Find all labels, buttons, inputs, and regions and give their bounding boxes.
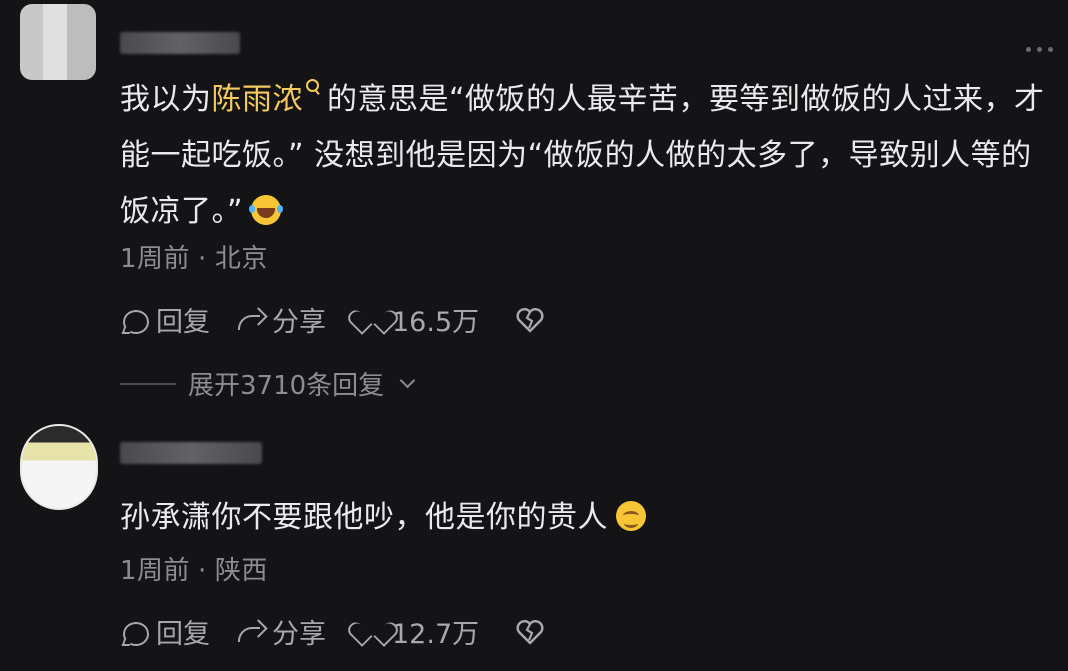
mention-link[interactable]: 陈雨浓 bbox=[212, 82, 304, 117]
comment-location: 陕西 bbox=[214, 556, 268, 586]
share-label: 分享 bbox=[272, 619, 326, 650]
divider-line bbox=[120, 382, 176, 385]
share-label: 分享 bbox=[272, 307, 326, 338]
heart-icon bbox=[356, 306, 386, 334]
like-button[interactable]: 12.7万 bbox=[352, 612, 479, 651]
meta-separator: · bbox=[198, 244, 207, 274]
comment-location: 北京 bbox=[214, 244, 268, 274]
heart-icon bbox=[356, 618, 386, 646]
username-blurred[interactable] bbox=[120, 442, 262, 464]
username-blurred[interactable] bbox=[120, 32, 240, 54]
dislike-button[interactable] bbox=[505, 306, 545, 334]
reply-button[interactable]: 回复 bbox=[120, 612, 210, 651]
like-count: 16.5万 bbox=[392, 307, 480, 338]
reply-label: 回复 bbox=[156, 619, 210, 650]
laughing-crying-emoji-icon bbox=[249, 195, 282, 225]
reply-button[interactable]: 回复 bbox=[120, 300, 210, 339]
comment-list: 我以为陈雨浓 的意思是“做饭的人最辛苦，要等到做饭的人过来，才能一起吃饭。” 没想… bbox=[0, 0, 1068, 671]
like-count: 12.7万 bbox=[392, 619, 480, 650]
dislike-button[interactable] bbox=[505, 618, 545, 646]
expand-replies-label: 展开3710条回复 bbox=[188, 371, 385, 401]
expand-replies-button[interactable]: 展开3710条回复 bbox=[120, 365, 416, 402]
like-button[interactable]: 16.5万 bbox=[352, 300, 479, 339]
comment-time: 1周前 bbox=[120, 244, 191, 274]
share-icon bbox=[236, 618, 266, 646]
search-icon[interactable] bbox=[305, 79, 321, 99]
comment-actions: 回复 分享 12.7万 bbox=[120, 612, 545, 651]
reply-label: 回复 bbox=[156, 307, 210, 338]
meta-separator: · bbox=[198, 556, 207, 586]
reply-icon bbox=[120, 618, 150, 646]
broken-heart-icon bbox=[515, 618, 545, 646]
comment-text-prefix: 我以为 bbox=[120, 82, 212, 117]
broken-heart-icon bbox=[515, 306, 545, 334]
comment-actions: 回复 分享 16.5万 bbox=[120, 300, 545, 339]
reply-icon bbox=[120, 306, 150, 334]
avatar[interactable] bbox=[20, 4, 96, 80]
smiling-emoji-icon bbox=[616, 501, 646, 531]
more-options-icon[interactable] bbox=[1026, 44, 1056, 54]
comment-time: 1周前 bbox=[120, 556, 191, 586]
share-button[interactable]: 分享 bbox=[236, 300, 326, 339]
chevron-down-icon bbox=[399, 372, 416, 389]
comment-meta: 1周前 · 陕西 bbox=[120, 550, 268, 587]
avatar[interactable] bbox=[20, 424, 98, 510]
share-icon bbox=[236, 306, 266, 334]
comment-meta: 1周前 · 北京 bbox=[120, 238, 268, 275]
comment-body: 我以为陈雨浓 的意思是“做饭的人最辛苦，要等到做饭的人过来，才能一起吃饭。” 没想… bbox=[120, 72, 1050, 240]
comment-body: 孙承潇你不要跟他吵，他是你的贵人 bbox=[120, 490, 1050, 546]
share-button[interactable]: 分享 bbox=[236, 612, 326, 651]
comment-text: 孙承潇你不要跟他吵，他是你的贵人 bbox=[120, 500, 608, 535]
